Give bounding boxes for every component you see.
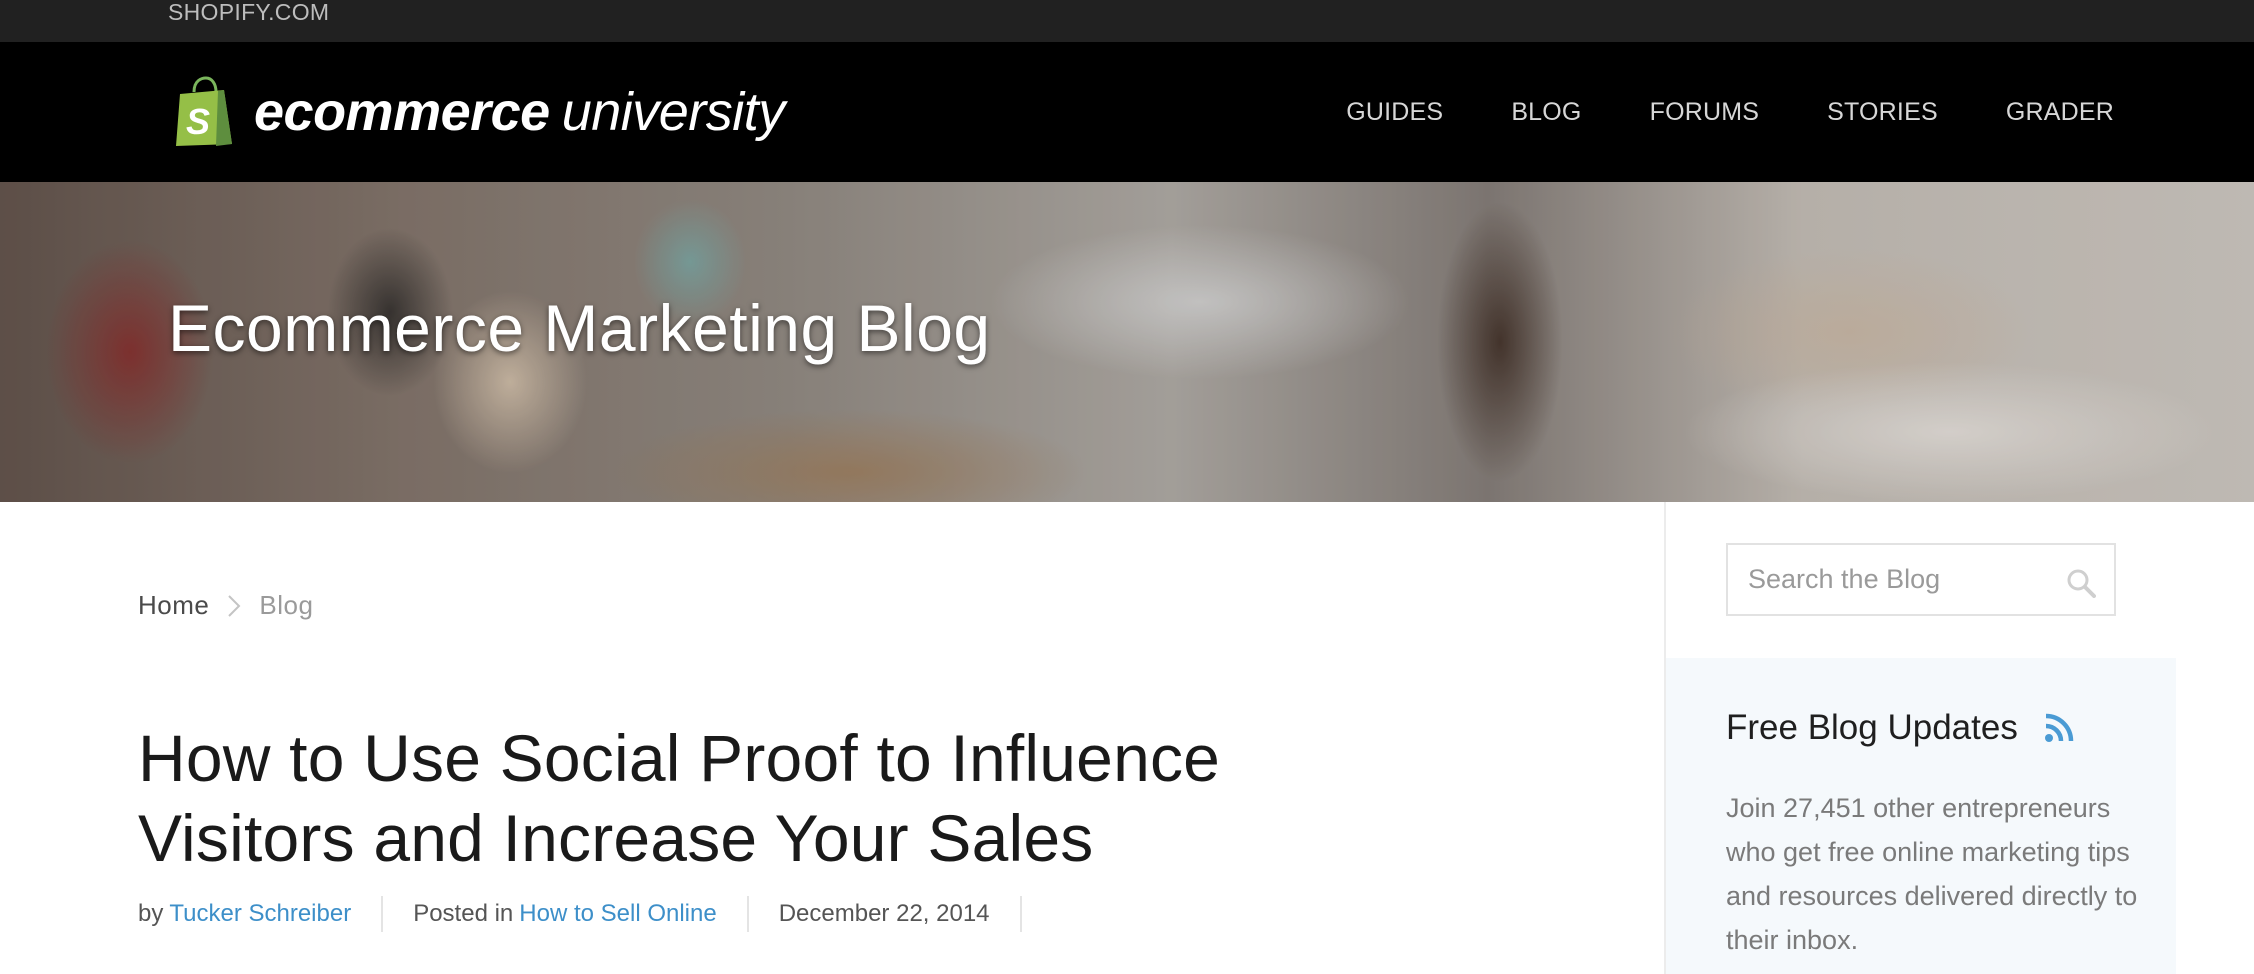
search-input[interactable] — [1728, 564, 2048, 595]
meta-posted-label: Posted in — [413, 900, 514, 927]
site-logo[interactable]: S ecommerce university — [172, 70, 785, 154]
logo-wordmark-light: university — [561, 82, 786, 142]
meta-author: by Tucker Schreiber — [138, 896, 384, 932]
blog-updates-panel: Free Blog Updates Join 27,451 other entr… — [1666, 658, 2176, 974]
updates-heading: Free Blog Updates — [1726, 708, 2074, 748]
rss-icon[interactable] — [2044, 713, 2074, 743]
author-link[interactable]: Tucker Schreiber — [169, 900, 351, 928]
chevron-right-icon — [209, 591, 259, 621]
nav-item-guides[interactable]: GUIDES — [1346, 98, 1443, 127]
breadcrumb-home[interactable]: Home — [138, 590, 209, 621]
nav-item-stories[interactable]: STORIES — [1827, 98, 1938, 127]
meta-by-label: by — [138, 900, 164, 927]
shopify-link[interactable]: SHOPIFY.COM — [168, 0, 329, 24]
search-icon[interactable] — [2066, 568, 2096, 598]
top-utility-bar: SHOPIFY.COM — [0, 0, 2254, 42]
hero-title: Ecommerce Marketing Blog — [168, 291, 991, 365]
hero-banner: Ecommerce Marketing Blog — [0, 182, 2254, 502]
logo-wordmark-bold: ecommerce — [254, 82, 550, 142]
main-nav: GUIDES BLOG FORUMS STORIES GRADER — [1278, 42, 2114, 182]
meta-category: Posted in How to Sell Online — [413, 896, 749, 932]
breadcrumb-current: Blog — [259, 590, 314, 620]
nav-item-blog[interactable]: BLOG — [1511, 98, 1581, 127]
updates-description: Join 27,451 other entrepreneurs who get … — [1726, 793, 2138, 955]
logo-wordmark: ecommerce university — [254, 85, 785, 139]
site-header: S ecommerce university GUIDES BLOG FORUMS… — [0, 42, 2254, 182]
updates-heading-text: Free Blog Updates — [1726, 708, 2018, 747]
shopify-bag-icon: S — [176, 76, 232, 146]
blog-search — [1726, 543, 2116, 616]
article-meta: by Tucker Schreiber Posted in How to Sel… — [138, 896, 1052, 932]
meta-date: December 22, 2014 — [779, 896, 1022, 932]
category-link[interactable]: How to Sell Online — [519, 900, 716, 928]
article-title: How to Use Social Proof to Influence Vis… — [138, 721, 1221, 875]
nav-item-grader[interactable]: GRADER — [2006, 98, 2114, 127]
svg-text:S: S — [186, 101, 210, 142]
breadcrumb: Home Blog — [138, 590, 313, 621]
post-date: December 22, 2014 — [778, 900, 990, 927]
nav-item-forums[interactable]: FORUMS — [1650, 98, 1760, 127]
